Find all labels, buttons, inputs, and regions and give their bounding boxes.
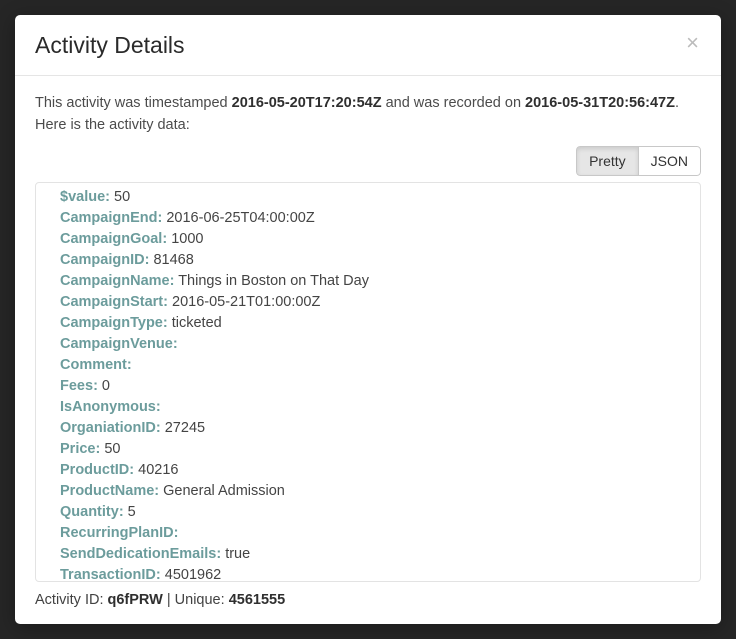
- activity-id-value: q6fPRW: [108, 592, 163, 608]
- data-colon: :: [127, 357, 132, 373]
- modal-backdrop: Activity Details × This activity was tim…: [0, 0, 736, 639]
- data-key: CampaignGoal: [60, 231, 162, 247]
- footer-prefix: Activity ID:: [35, 592, 108, 608]
- data-key: ProductName: [60, 483, 154, 499]
- data-value: 40216: [134, 462, 178, 478]
- modal-title: Activity Details: [35, 32, 185, 59]
- view-toggle-row: Pretty JSON: [35, 146, 701, 176]
- data-colon: :: [156, 399, 161, 415]
- data-key: CampaignID: [60, 252, 145, 268]
- json-button[interactable]: JSON: [638, 146, 701, 176]
- data-value: Things in Boston on That Day: [174, 273, 369, 289]
- meta-mid: and was recorded on: [382, 95, 525, 111]
- data-key: IsAnonymous: [60, 399, 156, 415]
- data-key: Comment: [60, 357, 127, 373]
- view-toggle-group: Pretty JSON: [576, 146, 701, 176]
- data-value: 2016-05-21T01:00:00Z: [168, 294, 320, 310]
- data-row: ProductName: General Admission: [60, 481, 676, 502]
- data-key: SendDedicationEmails: [60, 546, 216, 562]
- meta-suffix: .: [675, 95, 679, 111]
- timestamp-value: 2016-05-20T17:20:54Z: [232, 95, 382, 111]
- data-row: CampaignID: 81468: [60, 250, 676, 271]
- data-row: Quantity: 5: [60, 502, 676, 523]
- data-value: 27245: [161, 420, 205, 436]
- data-row: $value: 50: [60, 187, 676, 208]
- data-row: ProductID: 40216: [60, 460, 676, 481]
- data-key: CampaignVenue: [60, 336, 173, 352]
- data-row: CampaignName: Things in Boston on That D…: [60, 271, 676, 292]
- data-value: General Admission: [159, 483, 285, 499]
- close-icon[interactable]: ×: [684, 32, 701, 54]
- data-key: OrganiationID: [60, 420, 156, 436]
- data-value: 50: [100, 441, 120, 457]
- data-row: IsAnonymous:: [60, 397, 676, 418]
- meta-prefix: This activity was timestamped: [35, 95, 232, 111]
- footer-ids: Activity ID: q6fPRW | Unique: 4561555: [35, 592, 701, 608]
- timestamp-info: This activity was timestamped 2016-05-20…: [35, 93, 701, 113]
- data-value: 1000: [167, 231, 203, 247]
- data-key: CampaignEnd: [60, 210, 157, 226]
- data-value: 81468: [149, 252, 193, 268]
- data-row: CampaignEnd: 2016-06-25T04:00:00Z: [60, 208, 676, 229]
- data-row: CampaignStart: 2016-05-21T01:00:00Z: [60, 292, 676, 313]
- data-row: SendDedicationEmails: true: [60, 544, 676, 565]
- modal-header: Activity Details ×: [15, 15, 721, 76]
- data-intro: Here is the activity data:: [35, 115, 701, 135]
- data-value: ticketed: [168, 315, 222, 331]
- unique-id-value: 4561555: [229, 592, 285, 608]
- footer-mid: | Unique:: [163, 592, 229, 608]
- data-row: Comment:: [60, 355, 676, 376]
- data-key: CampaignType: [60, 315, 163, 331]
- data-key: CampaignName: [60, 273, 170, 289]
- data-value: 5: [124, 504, 136, 520]
- data-row: CampaignGoal: 1000: [60, 229, 676, 250]
- data-row: OrganiationID: 27245: [60, 418, 676, 439]
- data-key: TransactionID: [60, 567, 156, 582]
- data-value: 2016-06-25T04:00:00Z: [162, 210, 314, 226]
- data-key: $value: [60, 189, 105, 205]
- activity-data-panel[interactable]: $value: 50CampaignEnd: 2016-06-25T04:00:…: [35, 182, 701, 582]
- data-value: true: [221, 546, 250, 562]
- data-row: RecurringPlanID:: [60, 523, 676, 544]
- data-row: Price: 50: [60, 439, 676, 460]
- data-row: TransactionID: 4501962: [60, 565, 676, 582]
- data-value: 50: [110, 189, 130, 205]
- pretty-button[interactable]: Pretty: [576, 146, 639, 176]
- data-colon: :: [173, 336, 178, 352]
- recorded-value: 2016-05-31T20:56:47Z: [525, 95, 675, 111]
- data-value: 4501962: [161, 567, 221, 582]
- data-value: 0: [98, 378, 110, 394]
- data-key: Quantity: [60, 504, 119, 520]
- data-key: ProductID: [60, 462, 129, 478]
- data-key: Price: [60, 441, 95, 457]
- data-row: CampaignType: ticketed: [60, 313, 676, 334]
- data-row: Fees: 0: [60, 376, 676, 397]
- data-key: Fees: [60, 378, 93, 394]
- modal-body: This activity was timestamped 2016-05-20…: [15, 76, 721, 624]
- data-colon: :: [174, 525, 179, 541]
- data-row: CampaignVenue:: [60, 334, 676, 355]
- data-key: CampaignStart: [60, 294, 163, 310]
- data-key: RecurringPlanID: [60, 525, 174, 541]
- activity-details-modal: Activity Details × This activity was tim…: [15, 15, 721, 624]
